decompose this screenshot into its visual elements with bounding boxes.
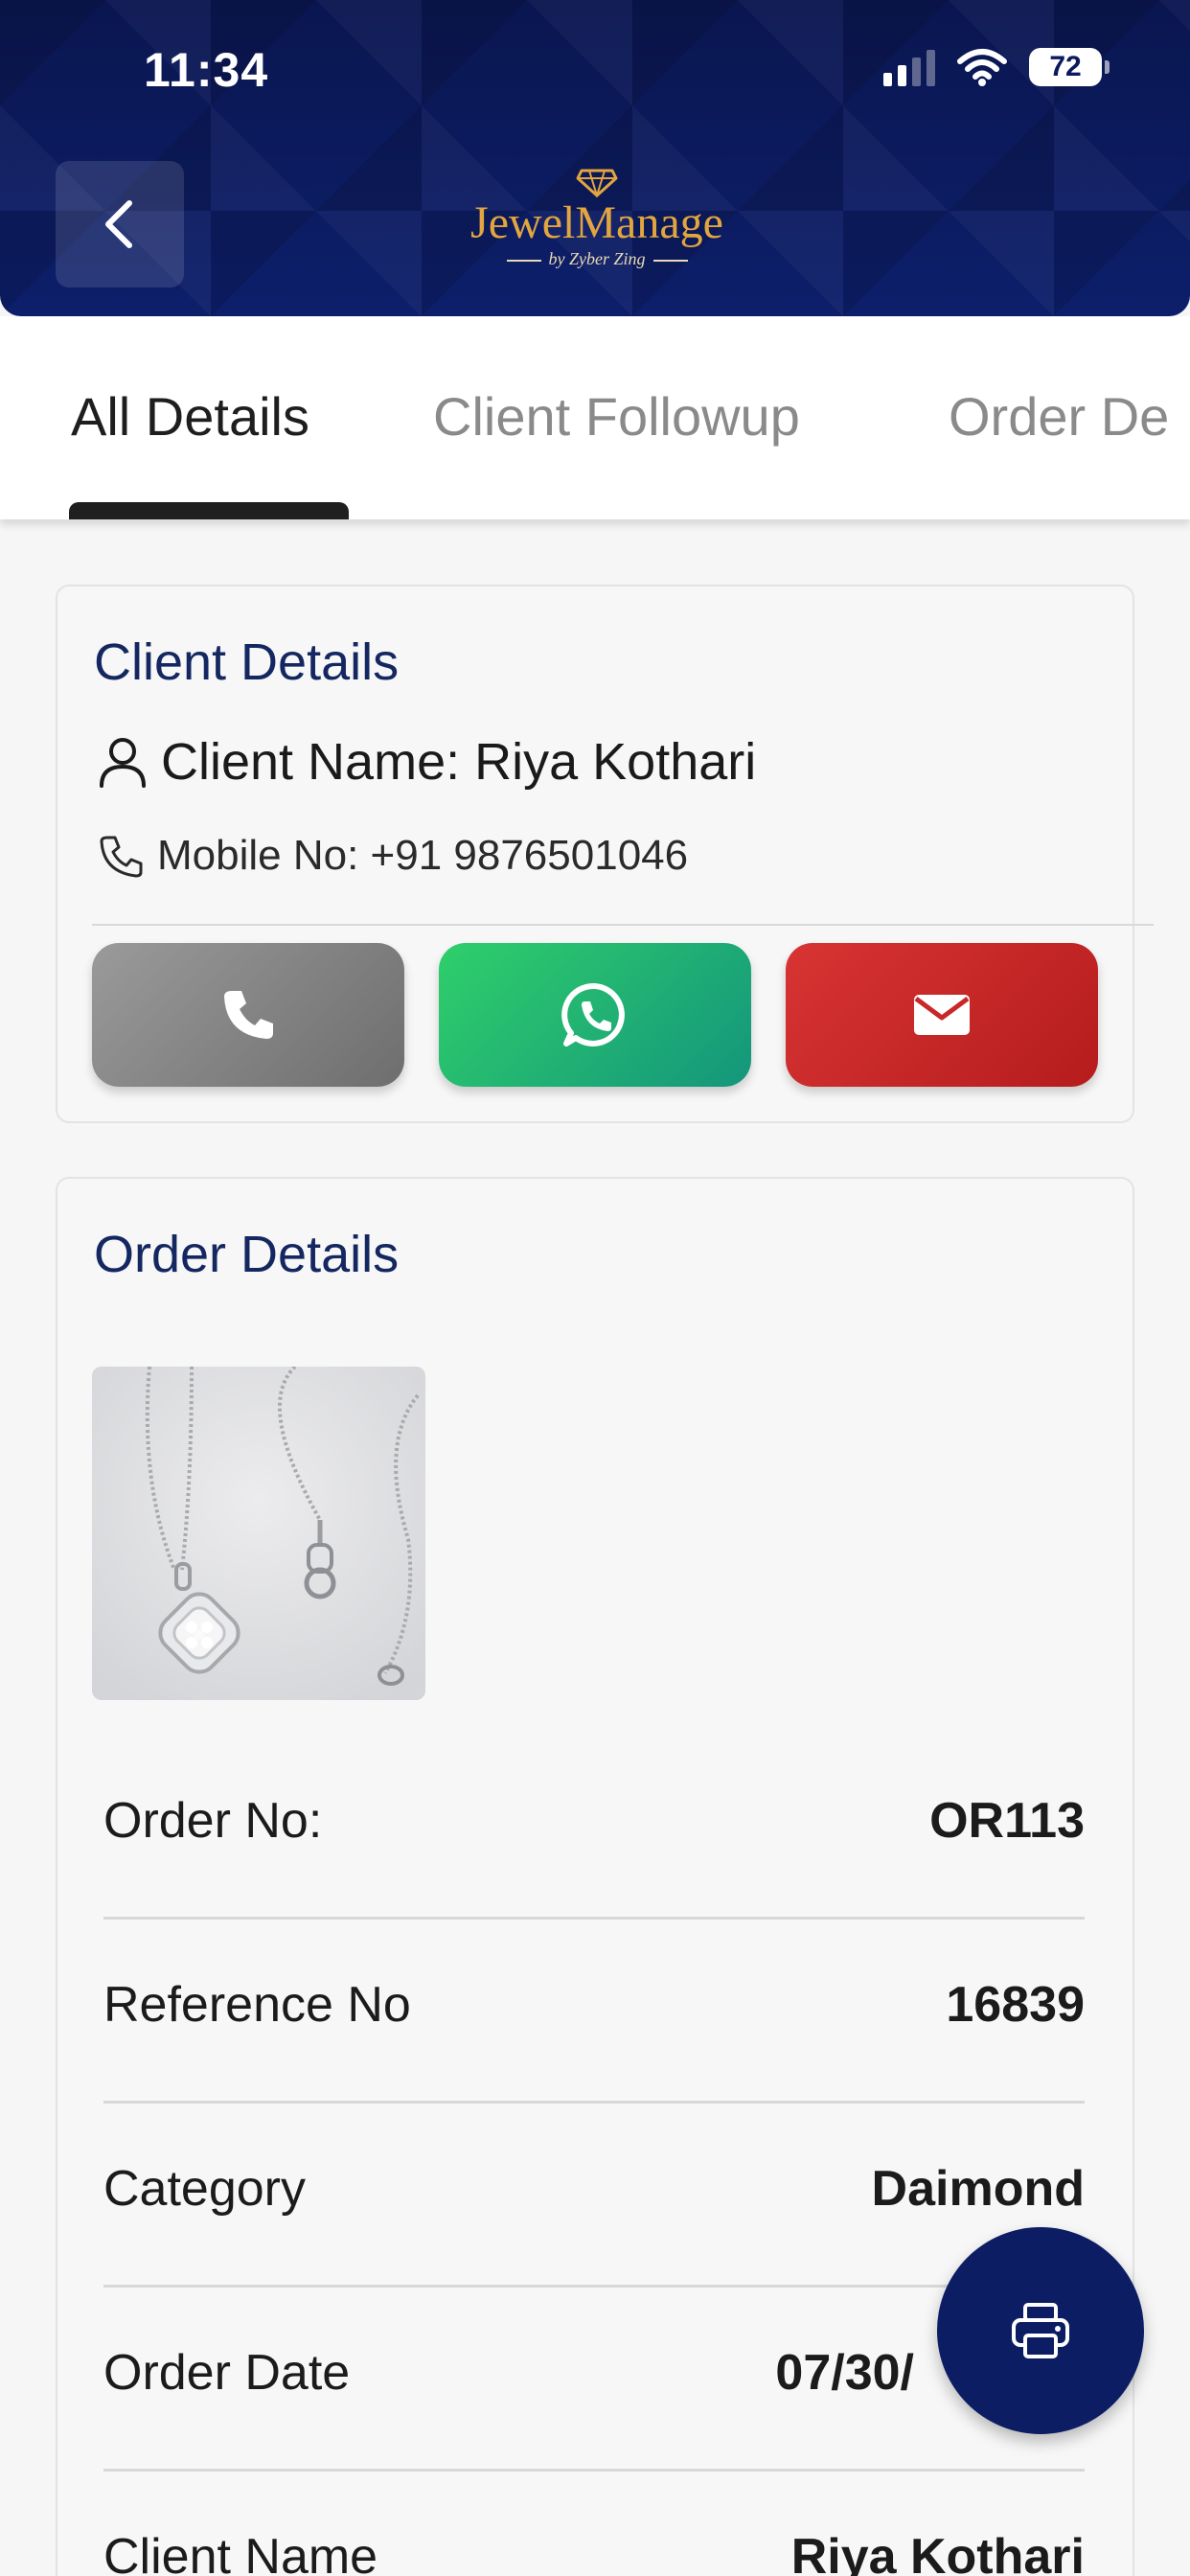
product-image[interactable] [92,1367,425,1700]
reference-no-row: Reference No 16839 [103,1976,1085,2034]
mobile-number-text: Mobile No: +91 9876501046 [157,832,689,879]
row-divider [103,2285,1085,2288]
necklace-image [92,1367,425,1700]
row-divider [103,2469,1085,2472]
reference-no-value: 16839 [946,1977,1085,2033]
status-time: 11:34 [144,43,269,97]
order-no-value: OR113 [929,1793,1085,1849]
order-date-label: Order Date [103,2345,351,2401]
person-icon [100,738,146,788]
whatsapp-button[interactable] [439,943,751,1087]
client-details-title: Client Details [94,633,400,691]
order-details-title: Order Details [94,1226,400,1283]
battery-indicator: 72 [1029,48,1110,86]
client-name-row: Client Name: Riya Kothari [98,732,756,792]
mobile-row: Mobile No: +91 9876501046 [98,832,688,880]
mail-icon [914,995,970,1035]
order-date-row: Order Date 07/30/ [103,2344,1085,2402]
logo-name: JewelManage [470,197,723,248]
client-name-label: Client Name [103,2529,378,2576]
mail-button[interactable] [786,943,1098,1087]
category-row: Category Daimond [103,2160,1085,2218]
printer-icon [1012,2303,1069,2358]
client-name-value: Riya Kothari [790,2529,1085,2576]
back-button[interactable] [56,161,184,288]
wifi-icon [957,49,1007,86]
diamond-icon [576,169,618,197]
logo-subtitle: by Zyber Zing [458,249,736,269]
reference-no-label: Reference No [103,1977,411,2033]
tab-order-details[interactable]: Order De [949,385,1169,448]
app-screen: 11:34 72 JewelManage by Zyber Zing All D… [0,0,1190,2576]
client-details-card: Client Details Client Name: Riya Kothari… [56,585,1154,1123]
tab-client-followup[interactable]: Client Followup [433,385,800,448]
whatsapp-icon [561,982,625,1046]
phone-outline-icon [100,836,143,878]
status-icons: 72 [883,48,1110,86]
row-divider [103,2101,1085,2104]
client-name-detail-row: Client Name Riya Kothari [103,2528,1085,2576]
print-fab-button[interactable] [937,2227,1144,2434]
app-logo: JewelManage by Zyber Zing [458,169,736,291]
order-no-row: Order No: OR113 [103,1792,1085,1850]
call-button[interactable] [92,943,404,1087]
row-divider [103,1917,1085,1920]
phone-icon [224,991,273,1039]
client-divider [92,924,1154,926]
app-header: 11:34 72 JewelManage by Zyber Zing [0,0,1190,316]
category-label: Category [103,2161,306,2217]
category-value: Daimond [871,2161,1085,2217]
client-name-text: Client Name: Riya Kothari [161,733,757,791]
chevron-left-icon [105,200,132,248]
cellular-signal-icon [883,48,935,86]
order-no-label: Order No: [103,1793,323,1849]
tab-all-details[interactable]: All Details [71,385,309,448]
active-tab-indicator [69,502,349,519]
order-date-value: 07/30/ [775,2345,914,2401]
tab-bar: All Details Client Followup Order De [0,316,1190,519]
